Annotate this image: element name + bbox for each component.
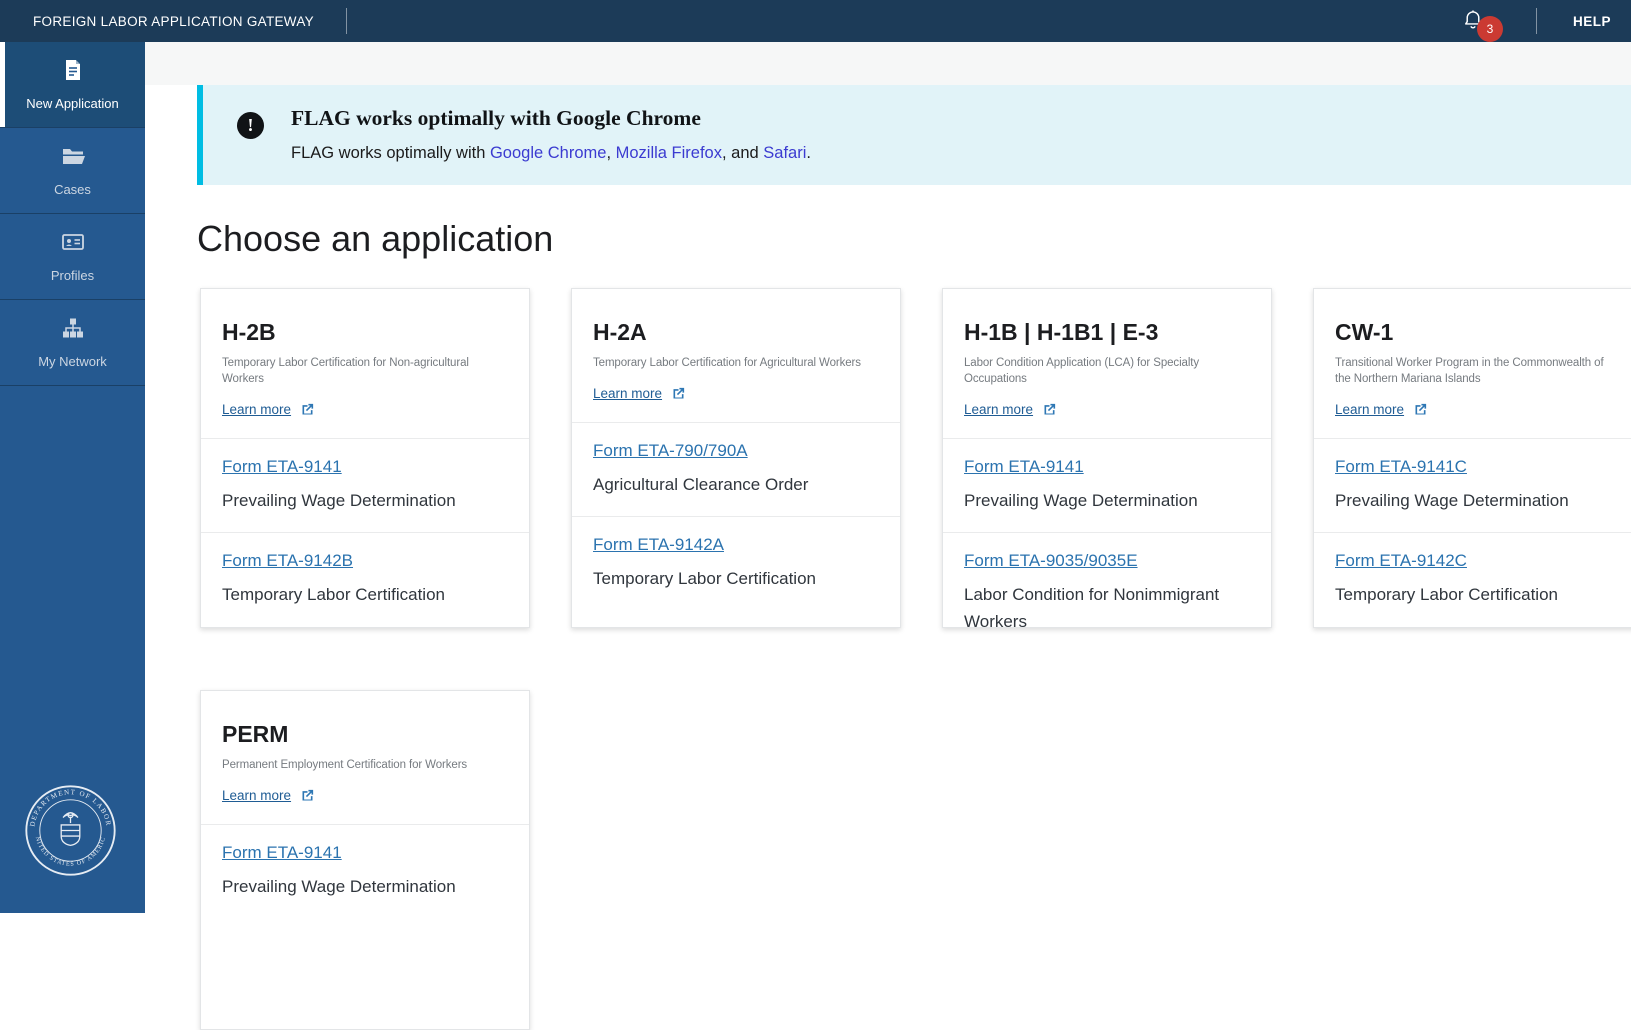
form-link[interactable]: Form ETA-9141 bbox=[964, 457, 1084, 476]
alert-body-text: FLAG works optimally with bbox=[291, 144, 490, 162]
content-top-strip bbox=[145, 42, 1631, 85]
main-content: ! FLAG works optimally with Google Chrom… bbox=[145, 42, 1631, 913]
form-description: Temporary Labor Certification bbox=[593, 565, 879, 592]
form-description: Temporary Labor Certification bbox=[222, 581, 508, 608]
form-entry: Form ETA-9142A Temporary Labor Certifica… bbox=[572, 516, 900, 627]
browser-link[interactable]: Safari bbox=[763, 144, 806, 162]
learn-more-link[interactable]: Learn more bbox=[222, 402, 315, 417]
sidebar-nav: New Application Cases Profiles My Network bbox=[0, 42, 145, 386]
learn-more-link[interactable]: Learn more bbox=[1335, 402, 1428, 417]
form-description: Prevailing Wage Determination bbox=[222, 873, 508, 900]
external-link-icon bbox=[1413, 402, 1428, 417]
document-icon bbox=[61, 58, 85, 87]
external-link-icon bbox=[671, 386, 686, 401]
sidebar-item-my-network[interactable]: My Network bbox=[0, 300, 145, 386]
card-description: Transitional Worker Program in the Commo… bbox=[1335, 355, 1621, 387]
application-card: CW-1 Transitional Worker Program in the … bbox=[1313, 288, 1631, 628]
application-cards-row-2: PERM Permanent Employment Certification … bbox=[200, 690, 1631, 1030]
alert-body: FLAG works optimally with Google Chrome,… bbox=[291, 144, 811, 163]
card-title: CW-1 bbox=[1335, 319, 1621, 346]
form-description: Agricultural Clearance Order bbox=[593, 471, 879, 498]
application-card: H-2A Temporary Labor Certification for A… bbox=[571, 288, 901, 628]
learn-more-label: Learn more bbox=[1335, 402, 1404, 417]
sidebar-item-label: My Network bbox=[38, 354, 107, 369]
learn-more-link[interactable]: Learn more bbox=[964, 402, 1057, 417]
form-entry: Form ETA-9142B Temporary Labor Certifica… bbox=[201, 532, 529, 627]
form-entry: Form ETA-9035/9035E Labor Condition for … bbox=[943, 532, 1271, 628]
application-card: PERM Permanent Employment Certification … bbox=[200, 690, 530, 1030]
learn-more-link[interactable]: Learn more bbox=[222, 788, 315, 803]
form-link[interactable]: Form ETA-9142C bbox=[1335, 551, 1467, 570]
external-link-icon bbox=[300, 788, 315, 803]
dol-seal: DEPARTMENT OF LABOR UNITED STATES OF AME… bbox=[24, 784, 117, 877]
learn-more-label: Learn more bbox=[222, 402, 291, 417]
card-title: H-1B | H-1B1 | E-3 bbox=[964, 319, 1250, 346]
external-link-icon bbox=[300, 402, 315, 417]
learn-more-label: Learn more bbox=[593, 386, 662, 401]
learn-more-label: Learn more bbox=[222, 788, 291, 803]
id-card-icon bbox=[61, 230, 85, 259]
form-entry: Form ETA-9141 Prevailing Wage Determinat… bbox=[201, 438, 529, 532]
network-icon bbox=[61, 316, 85, 345]
form-link[interactable]: Form ETA-9142A bbox=[593, 535, 724, 554]
browser-link[interactable]: Google Chrome bbox=[490, 144, 606, 162]
sidebar-item-label: Profiles bbox=[51, 268, 94, 283]
help-link[interactable]: HELP bbox=[1573, 14, 1611, 29]
card-description: Temporary Labor Certification for Agricu… bbox=[593, 355, 879, 371]
browser-link[interactable]: Mozilla Firefox bbox=[616, 144, 722, 162]
top-bar: FOREIGN LABOR APPLICATION GATEWAY 3 HELP bbox=[0, 0, 1631, 42]
browser-alert: ! FLAG works optimally with Google Chrom… bbox=[197, 85, 1631, 185]
form-entry: Form ETA-9141 Prevailing Wage Determinat… bbox=[943, 438, 1271, 532]
form-link[interactable]: Form ETA-9035/9035E bbox=[964, 551, 1138, 570]
form-link[interactable]: Form ETA-9141 bbox=[222, 843, 342, 862]
form-entry: Form ETA-790/790A Agricultural Clearance… bbox=[572, 422, 900, 516]
card-title: PERM bbox=[222, 721, 508, 748]
page-title: Choose an application bbox=[197, 218, 1631, 260]
form-description: Prevailing Wage Determination bbox=[964, 487, 1250, 514]
form-entry: Form ETA-9142C Temporary Labor Certifica… bbox=[1314, 532, 1631, 627]
application-card: H-1B | H-1B1 | E-3 Labor Condition Appli… bbox=[942, 288, 1272, 628]
learn-more-label: Learn more bbox=[964, 402, 1033, 417]
card-description: Labor Condition Application (LCA) for Sp… bbox=[964, 355, 1250, 387]
folder-icon bbox=[61, 144, 85, 173]
form-description: Prevailing Wage Determination bbox=[1335, 487, 1621, 514]
card-title: H-2B bbox=[222, 319, 508, 346]
sidebar-item-label: Cases bbox=[54, 182, 91, 197]
form-link[interactable]: Form ETA-790/790A bbox=[593, 441, 748, 460]
topbar-divider bbox=[346, 8, 347, 34]
form-link[interactable]: Form ETA-9141C bbox=[1335, 457, 1467, 476]
sidebar-item-profiles[interactable]: Profiles bbox=[0, 214, 145, 300]
eagle-emblem bbox=[61, 813, 80, 846]
form-link[interactable]: Form ETA-9142B bbox=[222, 551, 353, 570]
form-description: Temporary Labor Certification bbox=[1335, 581, 1621, 608]
alert-body-text: , bbox=[606, 144, 615, 162]
learn-more-link[interactable]: Learn more bbox=[593, 386, 686, 401]
form-description: Prevailing Wage Determination bbox=[222, 487, 508, 514]
card-title: H-2A bbox=[593, 319, 879, 346]
sidebar: New Application Cases Profiles My Network D… bbox=[0, 42, 145, 913]
form-entry: Form ETA-9141C Prevailing Wage Determina… bbox=[1314, 438, 1631, 532]
alert-body-text: . bbox=[806, 144, 811, 162]
app-title[interactable]: FOREIGN LABOR APPLICATION GATEWAY bbox=[33, 14, 314, 29]
notifications-button[interactable]: 3 bbox=[1462, 9, 1486, 33]
external-link-icon bbox=[1042, 402, 1057, 417]
sidebar-item-cases[interactable]: Cases bbox=[0, 128, 145, 214]
alert-title: FLAG works optimally with Google Chrome bbox=[291, 106, 811, 131]
application-cards-row-1: H-2B Temporary Labor Certification for N… bbox=[200, 288, 1631, 628]
card-description: Permanent Employment Certification for W… bbox=[222, 757, 508, 773]
card-description: Temporary Labor Certification for Non-ag… bbox=[222, 355, 508, 387]
exclamation-icon: ! bbox=[237, 112, 264, 139]
sidebar-item-new-application[interactable]: New Application bbox=[0, 42, 145, 128]
sidebar-item-label: New Application bbox=[26, 96, 119, 111]
topbar-divider bbox=[1536, 8, 1537, 34]
application-card: H-2B Temporary Labor Certification for N… bbox=[200, 288, 530, 628]
form-description: Labor Condition for Nonimmigrant Workers bbox=[964, 581, 1250, 628]
notification-badge: 3 bbox=[1477, 16, 1503, 42]
form-entry: Form ETA-9141 Prevailing Wage Determinat… bbox=[201, 824, 529, 1029]
alert-body-text: , and bbox=[722, 144, 763, 162]
form-link[interactable]: Form ETA-9141 bbox=[222, 457, 342, 476]
